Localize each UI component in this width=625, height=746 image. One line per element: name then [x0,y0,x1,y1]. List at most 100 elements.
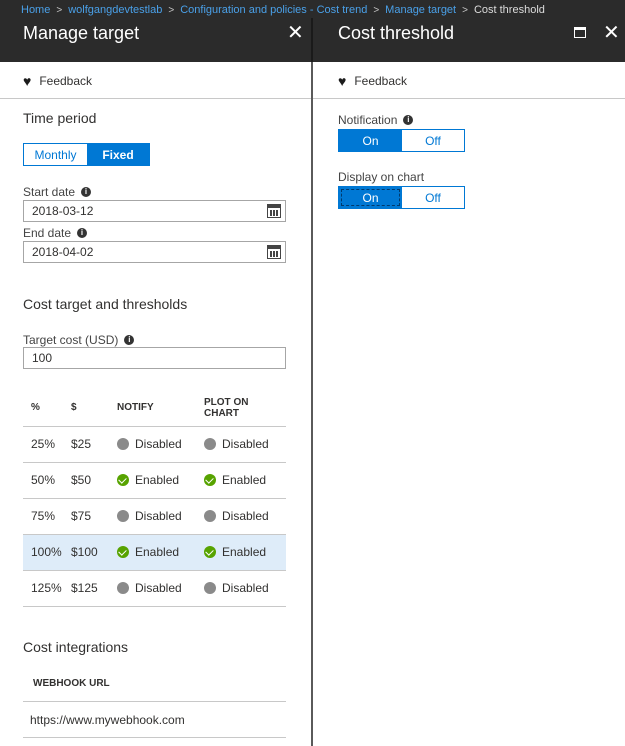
row-percent: 75% [23,498,71,535]
plot-status: Disabled [222,581,269,595]
row-notify: Disabled [117,570,204,607]
cost-target-heading: Cost target and thresholds [23,296,188,312]
start-date-field[interactable]: 2018-03-12 [23,200,286,222]
breadcrumb-lab[interactable]: wolfgangdevtestlab [68,4,162,16]
calendar-icon[interactable] [267,204,281,218]
notification-label: Notification i [338,113,414,127]
row-plot: Disabled [204,570,286,607]
display-on-chart-label-text: Display on chart [338,170,425,184]
notification-on[interactable]: On [339,130,402,151]
info-icon[interactable]: i [124,335,135,345]
row-amount: $100 [71,534,117,571]
disabled-status-icon [117,438,129,450]
cost-threshold-title: Cost threshold [338,23,455,43]
display-on-chart-toggle: On Off [338,186,465,209]
info-icon[interactable]: i [81,187,92,197]
row-percent: 125% [23,570,71,607]
row-plot: Enabled [204,462,286,499]
row-notify: Enabled [117,534,204,571]
heart-icon: ♥ [338,73,347,89]
table-header-row: % $ NOTIFY PLOT ON CHART [23,390,286,427]
webhook-url-value: https://www.mywebhook.com [30,712,185,727]
table-row[interactable]: 50% $50 Enabled Enabled [23,462,286,499]
thresholds-table: % $ NOTIFY PLOT ON CHART 25% $25 Disable… [23,390,286,607]
webhook-url-row[interactable]: https://www.mywebhook.com [23,702,286,738]
display-on-chart-off[interactable]: Off [402,187,464,208]
row-percent: 50% [23,462,71,499]
info-icon[interactable]: i [403,115,414,125]
notification-label-text: Notification [338,113,398,127]
table-row[interactable]: 125% $125 Disabled Disabled [23,570,286,607]
disabled-status-icon [117,582,129,594]
row-amount: $25 [71,426,117,463]
row-notify: Disabled [117,426,204,463]
row-amount: $75 [71,498,117,535]
display-on-chart-label: Display on chart [338,170,424,184]
table-row[interactable]: 25% $25 Disabled Disabled [23,426,286,463]
breadcrumb-home[interactable]: Home [21,4,50,16]
blade-divider [311,18,313,746]
time-period-monthly[interactable]: Monthly [24,144,87,165]
check-circle-icon [204,474,216,486]
breadcrumb-config-cost-trend[interactable]: Configuration and policies - Cost trend [180,4,367,16]
start-date-value: 2018-03-12 [32,204,94,218]
table-row-selected[interactable]: 100% $100 Enabled Enabled [23,534,286,571]
close-icon[interactable]: ✕ [287,23,304,43]
row-percent: 25% [23,426,71,463]
notification-off[interactable]: Off [402,130,464,151]
feedback-label: Feedback [39,74,93,88]
col-header-notify: NOTIFY [117,390,204,427]
notify-status: Disabled [135,509,182,523]
chevron-right-icon: > [373,4,380,16]
col-header-percent: % [23,390,71,427]
row-plot: Disabled [204,498,286,535]
chevron-right-icon: > [462,4,468,16]
row-percent: 100% [23,534,71,571]
calendar-icon[interactable] [267,245,281,259]
time-period-heading: Time period [23,110,97,126]
col-header-amount: $ [71,390,117,427]
feedback-button[interactable]: ♥ Feedback [23,73,92,89]
col-header-plot: PLOT ON CHART [204,390,286,427]
close-icon[interactable]: ✕ [603,23,620,43]
notify-status: Enabled [135,545,180,559]
manage-target-title: Manage target [23,23,140,43]
maximize-icon[interactable] [574,27,586,38]
notify-status: Enabled [135,473,180,487]
disabled-status-icon [204,438,216,450]
end-date-field[interactable]: 2018-04-02 [23,241,286,263]
webhook-url-header: WEBHOOK URL [23,666,286,702]
target-cost-value: 100 [32,351,53,365]
row-notify: Enabled [117,462,204,499]
divider [313,98,625,99]
breadcrumb: Home > wolfgangdevtestlab > Configuratio… [21,3,545,17]
end-date-value: 2018-04-02 [32,245,94,259]
display-on-chart-on[interactable]: On [339,187,402,208]
target-cost-label-text: Target cost (USD) [23,333,119,347]
notify-status: Disabled [135,437,182,451]
table-row[interactable]: 75% $75 Disabled Disabled [23,498,286,535]
divider [0,98,311,99]
info-icon[interactable]: i [77,228,88,238]
row-plot: Enabled [204,534,286,571]
start-date-label-text: Start date [23,185,76,199]
disabled-status-icon [204,510,216,522]
row-amount: $50 [71,462,117,499]
plot-status: Disabled [222,509,269,523]
time-period-fixed[interactable]: Fixed [87,144,149,165]
check-circle-icon [204,546,216,558]
time-period-toggle: Monthly Fixed [23,143,150,166]
breadcrumb-manage-target[interactable]: Manage target [385,4,456,16]
end-date-label-text: End date [23,226,72,240]
disabled-status-icon [204,582,216,594]
heart-icon: ♥ [23,73,32,89]
breadcrumb-current: Cost threshold [473,4,545,16]
cost-integrations-heading: Cost integrations [23,639,129,655]
blade-divider-top [311,18,313,62]
plot-status: Disabled [222,437,269,451]
row-notify: Disabled [117,498,204,535]
end-date-label: End date i [23,226,88,240]
feedback-button[interactable]: ♥ Feedback [338,73,407,89]
target-cost-input[interactable]: 100 [23,347,286,369]
plot-status: Enabled [222,473,267,487]
